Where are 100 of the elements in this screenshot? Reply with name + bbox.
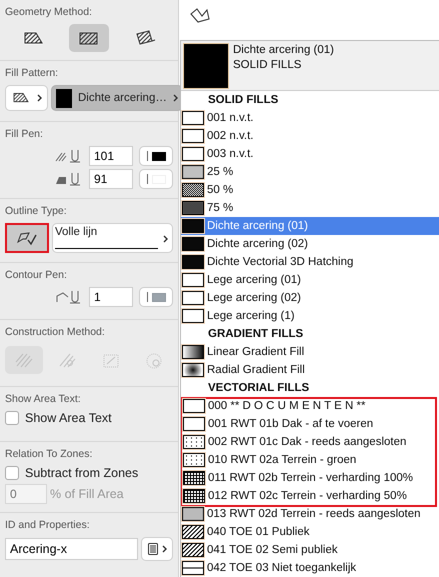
menu-item-label: 001 RWT 01b Dak - af te voeren bbox=[208, 418, 374, 430]
fill-swatch bbox=[183, 435, 205, 449]
fill-swatch bbox=[183, 471, 205, 485]
menu-item[interactable]: 012 RWT 02c Terrein - verharding 50% bbox=[182, 487, 435, 505]
menu-item-label: Lege arcering (1) bbox=[207, 310, 295, 322]
menu-item-label: Linear Gradient Fill bbox=[207, 346, 304, 358]
outline-check-icon bbox=[16, 230, 38, 246]
chevron-icon bbox=[163, 235, 168, 243]
menu-item[interactable]: Dichte arcering (01) bbox=[181, 217, 439, 235]
pattern-swatch bbox=[56, 88, 72, 108]
menu-item[interactable]: 003 n.v.t. bbox=[181, 145, 439, 163]
menu-item-label: 042 TOE 03 Niet toegankelijk bbox=[207, 562, 356, 574]
hatched-shape-icon bbox=[11, 91, 31, 105]
menu-item[interactable]: 041 TOE 02 Semi publiek bbox=[181, 541, 439, 559]
menu-item[interactable]: Radial Gradient Fill bbox=[181, 361, 439, 379]
outline-type-dropdown[interactable]: Volle lijn bbox=[52, 223, 173, 253]
properties-button[interactable] bbox=[141, 537, 173, 561]
menu-item[interactable]: 25 % bbox=[181, 163, 439, 181]
menu-item-label: 001 n.v.t. bbox=[207, 112, 254, 124]
menu-item-label: 75 % bbox=[207, 202, 234, 214]
menu-item-label: Lege arcering (01) bbox=[207, 274, 301, 286]
section-label: Contour Pen: bbox=[5, 269, 68, 281]
geometry-method-button[interactable] bbox=[68, 24, 109, 52]
menu-item[interactable]: 75 % bbox=[181, 199, 439, 217]
fill-swatch bbox=[183, 453, 205, 467]
hatch-pen-icon bbox=[55, 149, 83, 163]
fill-swatch bbox=[182, 219, 204, 233]
checkbox-label: Subtract from Zones bbox=[25, 466, 138, 480]
pen-color-button[interactable] bbox=[139, 169, 173, 189]
section-label: ID and Properties: bbox=[5, 519, 91, 531]
menu-item[interactable]: 002 RWT 01c Dak - reeds aangesloten bbox=[182, 433, 435, 451]
fill-swatch bbox=[183, 489, 205, 503]
menu-item[interactable]: Lege arcering (01) bbox=[181, 271, 439, 289]
menu-item[interactable]: 001 RWT 01b Dak - af te voeren bbox=[182, 415, 435, 433]
menu-item[interactable]: 013 RWT 02d Terrein - reeds aangesloten bbox=[181, 505, 439, 523]
group-header: SOLID FILLS bbox=[207, 93, 280, 108]
fill-swatch bbox=[182, 255, 204, 269]
fill-tool-icon[interactable] bbox=[190, 8, 210, 24]
menu-item[interactable]: 040 TOE 01 Publiek bbox=[181, 523, 439, 541]
document-icon bbox=[148, 543, 158, 555]
checkbox[interactable] bbox=[5, 466, 19, 480]
menu-item-label: 002 RWT 01c Dak - reeds aangesloten bbox=[208, 436, 406, 448]
chevron-icon bbox=[37, 94, 42, 102]
section-label: Construction Method: bbox=[5, 326, 106, 338]
menu-item-label: 003 n.v.t. bbox=[207, 148, 254, 160]
chevron-icon bbox=[172, 94, 178, 102]
fill-pen-icon bbox=[55, 172, 83, 186]
pen-color-button[interactable] bbox=[139, 146, 173, 166]
chevron-icon bbox=[162, 545, 166, 553]
menu-item[interactable]: Linear Gradient Fill bbox=[181, 343, 439, 361]
menu-item-label: 041 TOE 02 Semi publiek bbox=[207, 544, 338, 556]
menu-item-label: Dichte arcering (01) bbox=[207, 220, 308, 232]
group-header: VECTORIAL FILLS bbox=[207, 381, 310, 396]
fill-swatch bbox=[182, 345, 204, 359]
section-label: Fill Pattern: bbox=[5, 67, 60, 79]
menu-item[interactable]: 000 ** D O C U M E N T E N ** bbox=[182, 397, 435, 415]
id-field[interactable]: Arcering-x bbox=[5, 538, 138, 560]
menu-item-label: Dichte arcering (02) bbox=[207, 238, 308, 250]
menu-item-label: 011 RWT 02b Terrein - verharding 100% bbox=[208, 472, 413, 484]
group-header: GRADIENT FILLS bbox=[207, 327, 304, 342]
fill-swatch bbox=[182, 183, 204, 197]
menu-item-label: 002 n.v.t. bbox=[207, 130, 254, 142]
menu-item[interactable]: 011 RWT 02b Terrein - verharding 100% bbox=[182, 469, 435, 487]
pattern-preview bbox=[183, 43, 229, 89]
fill-swatch bbox=[182, 237, 204, 251]
checkbox[interactable] bbox=[5, 411, 19, 425]
section-label: Geometry Method: bbox=[5, 6, 93, 18]
menu-item[interactable]: Dichte arcering (02) bbox=[181, 235, 439, 253]
fill-pen-icon bbox=[55, 290, 83, 304]
menu-item-label: Radial Gradient Fill bbox=[207, 364, 305, 376]
pen-color-button[interactable] bbox=[139, 287, 173, 307]
fill-pattern-dropdown[interactable]: Dichte arcering… bbox=[51, 85, 183, 111]
fill-swatch bbox=[182, 561, 204, 575]
hatched-shape-icon bbox=[77, 30, 100, 46]
menu-item-label: 25 % bbox=[207, 166, 234, 178]
menu-item-label: Lege arcering (02) bbox=[207, 292, 301, 304]
menu-item[interactable]: 010 RWT 02a Terrein - groen bbox=[182, 451, 435, 469]
fill-type-button[interactable] bbox=[5, 85, 48, 111]
pen-number-field[interactable]: 1 bbox=[89, 287, 133, 307]
pen-number-field[interactable]: 101 bbox=[89, 146, 133, 166]
fill-swatch bbox=[182, 363, 204, 377]
section-label: Outline Type: bbox=[5, 205, 68, 217]
menu-item[interactable]: Lege arcering (02) bbox=[181, 289, 439, 307]
menu-item[interactable]: 001 n.v.t. bbox=[181, 109, 439, 127]
fill-swatch bbox=[183, 399, 205, 413]
fill-swatch bbox=[182, 201, 204, 215]
menu-item-label: Dichte Vectorial 3D Hatching bbox=[207, 256, 354, 268]
menu-item[interactable]: Lege arcering (1) bbox=[181, 307, 439, 325]
menu-item[interactable]: 002 n.v.t. bbox=[181, 127, 439, 145]
menu-item-label: 000 ** D O C U M E N T E N ** bbox=[208, 400, 366, 412]
percent-label: % of Fill Area bbox=[50, 487, 124, 501]
menu-item-label: 040 TOE 01 Publiek bbox=[207, 526, 310, 538]
outline-type-button[interactable] bbox=[5, 223, 49, 253]
pen-number-field[interactable]: 91 bbox=[89, 169, 133, 189]
preview-category: SOLID FILLS bbox=[233, 59, 302, 71]
menu-item[interactable]: 50 % bbox=[181, 181, 439, 199]
fill-swatch bbox=[182, 543, 204, 557]
menu-item[interactable]: 042 TOE 03 Niet toegankelijk bbox=[181, 559, 439, 577]
section-label: Fill Pen: bbox=[5, 128, 44, 140]
menu-item[interactable]: Dichte Vectorial 3D Hatching bbox=[181, 253, 439, 271]
